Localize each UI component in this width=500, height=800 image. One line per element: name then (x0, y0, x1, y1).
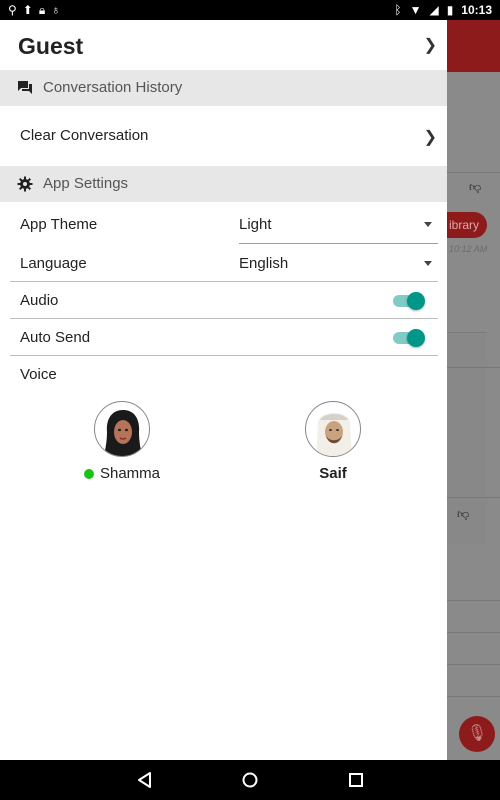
background-divider (447, 696, 500, 697)
background-chip[interactable]: ibrary (447, 212, 487, 238)
background-timestamp: 10:12 AM (449, 244, 488, 254)
gear-icon (17, 176, 33, 192)
upload-icon: ⬆ (22, 3, 33, 17)
voice-option-shamma[interactable]: Shamma (62, 401, 182, 484)
shamma-avatar (94, 401, 150, 457)
app-settings-header: App Settings (0, 166, 447, 202)
voice-label: Voice (20, 366, 57, 383)
navigation-drawer: Guest ❯ Conversation History Clear Conve… (0, 20, 447, 760)
status-time: 10:13 (461, 3, 492, 17)
status-right-icons: ᛒ ▼ ◢ ▮ 10:13 (394, 2, 492, 18)
toggle-thumb (407, 329, 425, 347)
app-settings-label: App Settings (43, 175, 129, 192)
language-label: Language (20, 255, 87, 272)
bluetooth-icon: ᛒ (394, 3, 402, 17)
wifi-icon: ▼ (409, 3, 422, 17)
dropdown-arrow-icon (424, 222, 432, 227)
voice-option-saif[interactable]: Saif (273, 401, 393, 483)
thumbs-down-icon[interactable]: 👎︎ (457, 507, 469, 522)
app-theme-label: App Theme (20, 216, 98, 233)
microphone-icon[interactable]: 🎙︎ (459, 716, 495, 752)
navigation-bar (0, 760, 500, 800)
clear-conversation-item[interactable]: Clear Conversation ❯ (0, 106, 438, 166)
toggle-thumb (407, 292, 425, 310)
language-dropdown[interactable]: English (239, 244, 438, 282)
background-divider (447, 497, 500, 498)
app-theme-dropdown[interactable]: Light (239, 202, 438, 244)
saif-avatar (305, 401, 361, 457)
recents-icon[interactable] (346, 770, 366, 790)
shamma-label: Shamma (99, 465, 161, 482)
language-value: English (239, 255, 289, 272)
android-icon: ♁ (51, 3, 61, 17)
selected-dot-icon (83, 468, 94, 479)
audio-toggle[interactable] (393, 291, 425, 310)
background-divider (447, 600, 500, 601)
app-theme-row: App Theme Light (0, 202, 438, 244)
battery-icon: ▮ (446, 3, 454, 17)
home-icon[interactable] (240, 770, 260, 790)
background-card: 👎︎ (447, 332, 500, 544)
background-toolbar (447, 20, 500, 72)
background-divider (447, 172, 500, 173)
guest-header[interactable]: Guest ❯ (0, 20, 447, 70)
back-icon[interactable] (135, 770, 155, 790)
chevron-right-icon: ❯ (423, 37, 437, 54)
status-left-icons: ⚲ ⬆ 🔒︎ ♁ (8, 2, 60, 18)
background-divider (447, 664, 500, 665)
usb-icon: ⚲ (8, 3, 17, 17)
status-bar: ⚲ ⬆ 🔒︎ ♁ ᛒ ▼ ◢ ▮ 10:13 (0, 0, 500, 20)
guest-title: Guest (18, 33, 84, 59)
clear-conversation-label: Clear Conversation (20, 127, 149, 144)
thumbs-down-icon[interactable]: 👎︎ (469, 180, 481, 195)
auto-send-toggle[interactable] (393, 328, 425, 347)
audio-row: Audio (0, 282, 438, 319)
language-row: Language English (0, 244, 438, 282)
lock-icon: 🔒︎ (38, 3, 46, 17)
signal-icon: ◢ (429, 3, 439, 17)
conversation-history-header: Conversation History (0, 70, 447, 106)
background-app[interactable]: 👎︎ ibrary 10:12 AM 👎︎ 🎙︎ (447, 20, 500, 760)
background-divider (447, 632, 500, 633)
chevron-right-icon: ❯ (423, 129, 437, 146)
background-divider (447, 367, 500, 368)
auto-send-row: Auto Send (0, 319, 438, 356)
auto-send-label: Auto Send (20, 329, 91, 346)
divider (10, 355, 438, 356)
saif-name: Saif (319, 465, 347, 482)
conversation-history-label: Conversation History (43, 79, 183, 96)
saif-label: Saif (319, 465, 347, 482)
audio-label: Audio (20, 292, 59, 309)
chat-icon (17, 80, 33, 96)
shamma-name: Shamma (83, 465, 161, 482)
app-theme-value: Light (239, 216, 272, 233)
dropdown-arrow-icon (424, 261, 432, 266)
